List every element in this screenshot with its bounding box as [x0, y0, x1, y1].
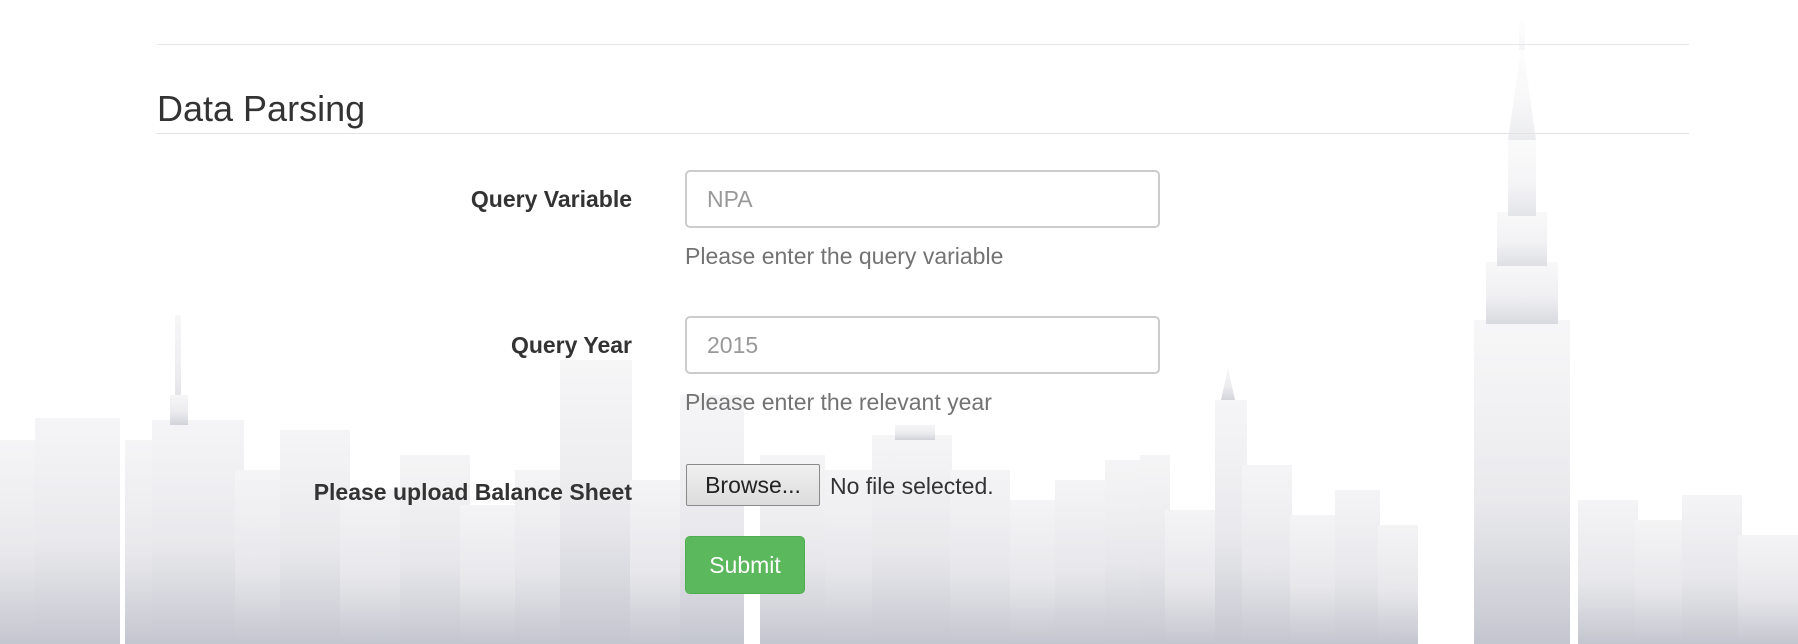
balance-sheet-upload-label: Please upload Balance Sheet	[313, 479, 632, 505]
query-year-input[interactable]	[685, 316, 1160, 374]
query-year-label: Query Year	[510, 332, 632, 358]
query-variable-label: Query Variable	[470, 186, 632, 212]
query-variable-input[interactable]	[685, 170, 1160, 228]
query-variable-help: Please enter the query variable	[685, 243, 1004, 269]
file-status-text: No file selected.	[830, 473, 994, 499]
data-parsing-form: Data Parsing Query Variable Please enter…	[0, 0, 1798, 644]
top-divider	[157, 44, 1689, 45]
legend-divider	[157, 133, 1689, 134]
form-legend: Data Parsing	[157, 88, 366, 129]
submit-button[interactable]: Submit	[685, 536, 805, 594]
query-year-help: Please enter the relevant year	[685, 389, 992, 415]
browse-file-button[interactable]: Browse...	[686, 464, 820, 506]
